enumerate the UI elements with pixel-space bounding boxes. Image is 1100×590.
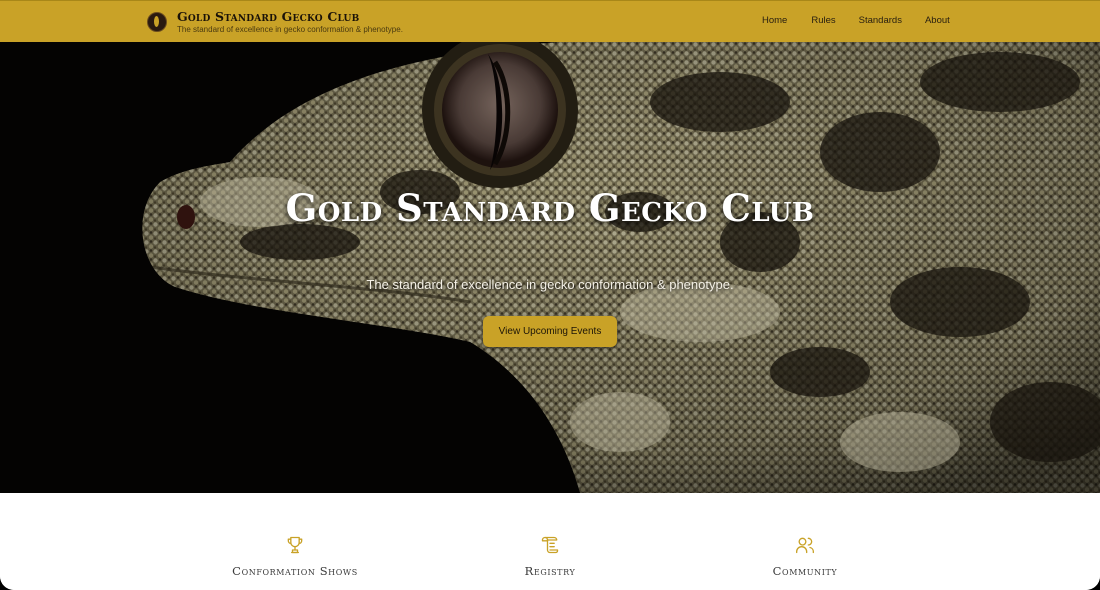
nav-rules[interactable]: Rules	[811, 15, 835, 26]
scroll-icon	[541, 536, 559, 554]
gecko-logo-icon	[147, 12, 167, 32]
feature-conformation-shows[interactable]: Conformation Shows	[175, 535, 415, 578]
nav-about[interactable]: About	[925, 15, 950, 26]
feature-label: Registry	[524, 564, 576, 578]
trophy-icon	[287, 536, 303, 554]
feature-community[interactable]: Community	[685, 535, 925, 578]
site-header: Gold Standard Gecko Club The standard of…	[0, 0, 1100, 42]
hero-title: Gold Standard Gecko Club	[285, 186, 815, 230]
page: Gold Standard Gecko Club The standard of…	[0, 0, 1100, 590]
hero-subtitle: The standard of excellence in gecko conf…	[366, 277, 734, 292]
brand[interactable]: Gold Standard Gecko Club The standard of…	[147, 10, 403, 34]
brand-text: Gold Standard Gecko Club The standard of…	[177, 9, 403, 35]
nav-home[interactable]: Home	[762, 15, 787, 26]
brand-tagline: The standard of excellence in gecko conf…	[177, 25, 403, 34]
features-section: Conformation Shows Registry Community	[0, 493, 1100, 590]
feature-registry[interactable]: Registry	[430, 535, 670, 578]
nav-standards[interactable]: Standards	[859, 15, 902, 26]
hero: Gold Standard Gecko Club The standard of…	[0, 42, 1100, 493]
feature-label: Community	[772, 564, 838, 578]
users-icon	[796, 537, 814, 554]
hero-overlay	[0, 42, 1100, 493]
main-nav: Home Rules Standards About	[762, 15, 950, 26]
feature-label: Conformation Shows	[232, 564, 358, 578]
view-upcoming-events-button[interactable]: View Upcoming Events	[483, 316, 617, 347]
brand-title: Gold Standard Gecko Club	[177, 9, 360, 24]
